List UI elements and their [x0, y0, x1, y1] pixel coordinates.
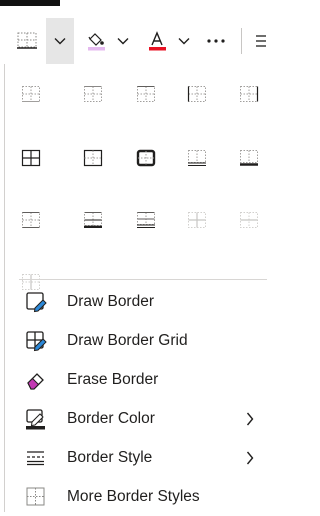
- bottom-border-preset[interactable]: [19, 82, 43, 106]
- draw-border-label: Draw Border: [67, 293, 154, 310]
- left-border-icon: [137, 86, 155, 102]
- ellipsis-icon: [207, 39, 225, 43]
- border-color-icon: [23, 406, 49, 432]
- erase-border-item[interactable]: Erase Border: [11, 361, 269, 399]
- thick-bottom-border-icon: [240, 150, 258, 166]
- no-border-preset[interactable]: [237, 82, 261, 106]
- borders-button[interactable]: [8, 18, 46, 64]
- outside-borders-icon: [83, 149, 103, 167]
- draw-border-grid-icon: [23, 328, 49, 354]
- border-style-label: Border Style: [67, 449, 153, 466]
- chevron-right-icon: [243, 448, 257, 468]
- more-border-styles-item[interactable]: More Border Styles: [11, 478, 269, 516]
- window-top-edge: [0, 0, 273, 6]
- align-lines-icon: [256, 35, 266, 47]
- left-border-preset[interactable]: [134, 82, 158, 106]
- menu-divider: [19, 279, 267, 280]
- outside-borders-preset[interactable]: [81, 146, 105, 170]
- toolbar: [0, 18, 273, 64]
- bottom-border-icon: [22, 86, 40, 102]
- font-color-button[interactable]: [141, 18, 173, 64]
- top-thick-bottom-border-icon: [84, 212, 102, 229]
- borders-menu: Draw Border Draw Border Grid Erase Borde…: [4, 64, 274, 512]
- all-borders-icon: [21, 149, 41, 167]
- more-border-styles-label: More Border Styles: [67, 488, 200, 505]
- top-and-double-bottom-border-preset[interactable]: [134, 208, 158, 232]
- right-border-preset[interactable]: [185, 82, 209, 106]
- top-and-thick-bottom-border-preset[interactable]: [81, 208, 105, 232]
- inside-borders-preset[interactable]: [185, 208, 209, 232]
- all-borders-preset[interactable]: [19, 146, 43, 170]
- bottom-double-border-icon: [188, 150, 206, 166]
- draw-border-item[interactable]: Draw Border: [11, 283, 269, 321]
- fill-color-button[interactable]: [80, 18, 112, 64]
- eraser-icon: [23, 367, 49, 393]
- top-border-preset[interactable]: [81, 82, 105, 106]
- chevron-down-icon: [178, 38, 190, 45]
- erase-border-label: Erase Border: [67, 371, 159, 388]
- align-button[interactable]: [252, 18, 273, 64]
- chevron-down-icon: [117, 38, 129, 45]
- top-double-bottom-border-icon: [137, 212, 155, 228]
- thick-outside-borders-preset[interactable]: [134, 146, 158, 170]
- font-color-icon: [149, 31, 166, 51]
- inside-horizontal-border-icon: [240, 212, 258, 228]
- border-color-label: Border Color: [67, 410, 155, 427]
- borders-dropdown-button[interactable]: [46, 18, 74, 64]
- border-style-icon: [23, 445, 49, 471]
- no-border-icon: [240, 86, 259, 102]
- border-style-item[interactable]: Border Style: [11, 439, 269, 477]
- borders-icon: [17, 32, 37, 49]
- inside-horizontal-border-preset[interactable]: [237, 208, 261, 232]
- font-color-dropdown-button[interactable]: [173, 18, 195, 64]
- top-and-bottom-border-icon: [22, 212, 40, 228]
- thick-bottom-border-preset[interactable]: [237, 146, 261, 170]
- paint-bucket-icon: [88, 33, 105, 51]
- border-color-item[interactable]: Border Color: [11, 400, 269, 438]
- more-border-styles-icon: [23, 484, 49, 510]
- draw-border-icon: [23, 289, 49, 315]
- toolbar-separator: [241, 28, 242, 54]
- right-border-icon: [187, 86, 206, 102]
- draw-border-grid-item[interactable]: Draw Border Grid: [11, 322, 269, 360]
- top-border-icon: [84, 86, 102, 102]
- thick-outside-borders-icon: [136, 149, 156, 167]
- inside-borders-icon: [188, 212, 206, 228]
- fill-color-dropdown-button[interactable]: [112, 18, 134, 64]
- draw-border-grid-label: Draw Border Grid: [67, 332, 188, 349]
- more-options-button[interactable]: [199, 18, 233, 64]
- top-edge-sliver: [0, 0, 60, 6]
- top-and-bottom-border-preset[interactable]: [19, 208, 43, 232]
- chevron-down-icon: [54, 38, 66, 45]
- chevron-right-icon: [243, 409, 257, 429]
- bottom-double-border-preset[interactable]: [185, 146, 209, 170]
